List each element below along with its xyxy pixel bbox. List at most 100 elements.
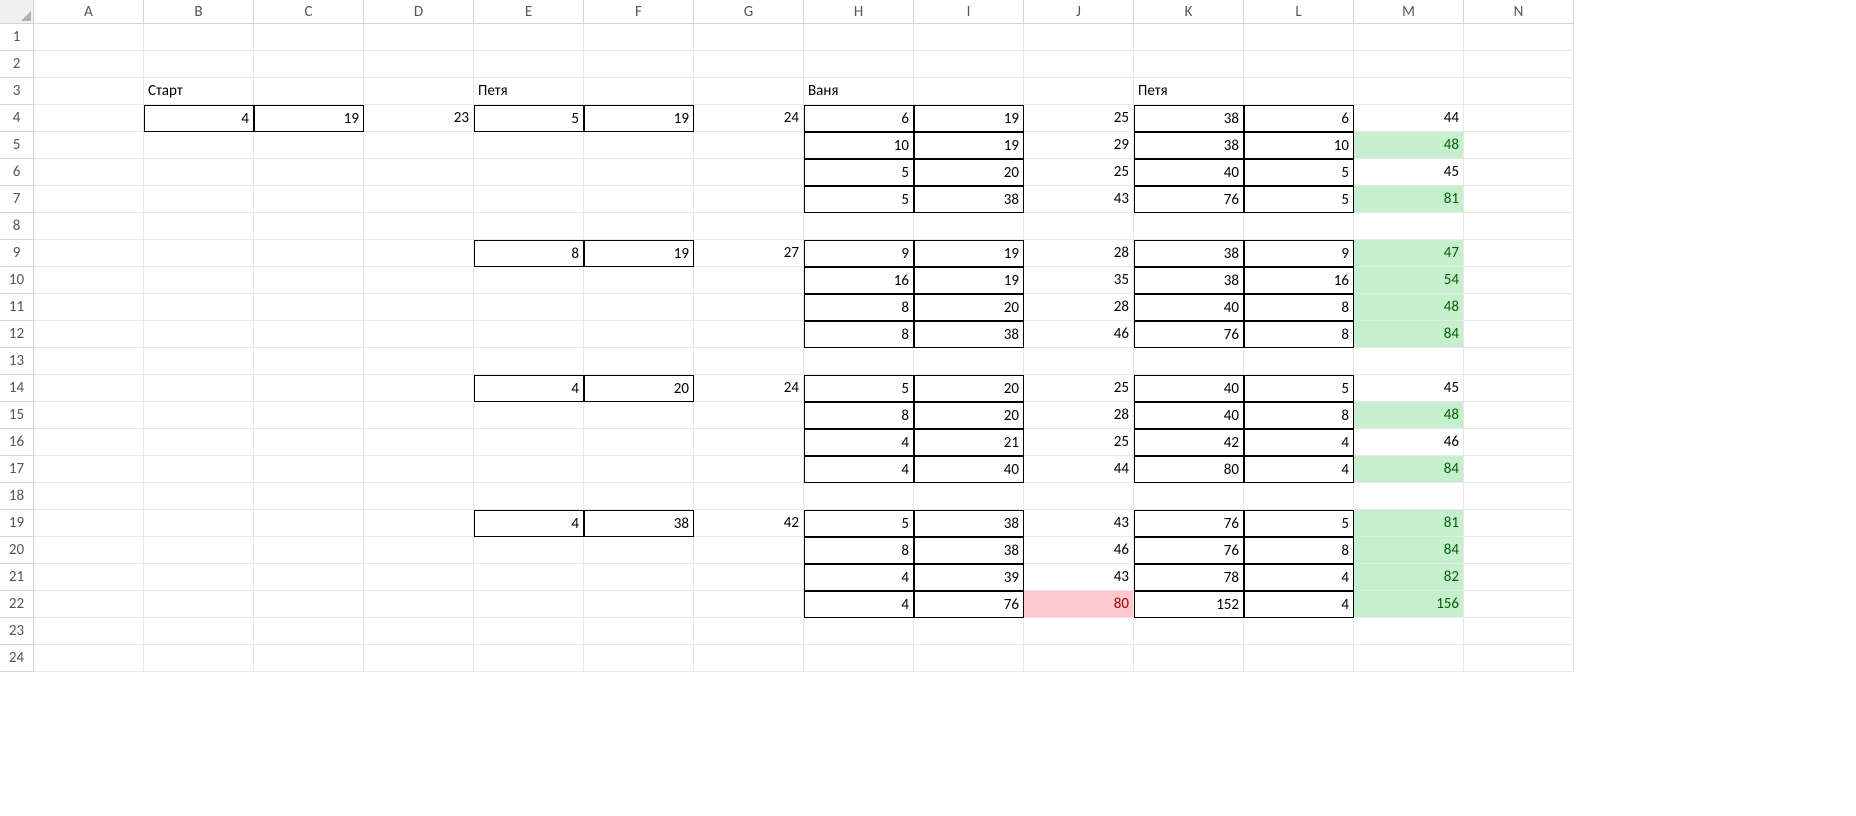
cell-A20[interactable] [34, 537, 144, 564]
cell-F15[interactable] [584, 402, 694, 429]
cell-B6[interactable] [144, 159, 254, 186]
cell-E6[interactable] [474, 159, 584, 186]
cell-N1[interactable] [1464, 24, 1574, 51]
row-header-17[interactable]: 17 [0, 456, 34, 483]
cell-F23[interactable] [584, 618, 694, 645]
cell-D24[interactable] [364, 645, 474, 672]
cell-K24[interactable] [1134, 645, 1244, 672]
cell-E2[interactable] [474, 51, 584, 78]
cell-D17[interactable] [364, 456, 474, 483]
cell-H8[interactable] [804, 213, 914, 240]
cell-B3[interactable]: Старт [144, 78, 254, 105]
row-header-23[interactable]: 23 [0, 618, 34, 645]
cell-K7[interactable]: 76 [1134, 186, 1244, 213]
cell-C12[interactable] [254, 321, 364, 348]
cell-J10[interactable]: 35 [1024, 267, 1134, 294]
row-header-22[interactable]: 22 [0, 591, 34, 618]
cell-H22[interactable]: 4 [804, 591, 914, 618]
cell-F4[interactable]: 19 [584, 105, 694, 132]
cell-J23[interactable] [1024, 618, 1134, 645]
cell-A18[interactable] [34, 483, 144, 510]
cell-D15[interactable] [364, 402, 474, 429]
cell-J8[interactable] [1024, 213, 1134, 240]
column-header-C[interactable]: C [254, 0, 364, 24]
cell-E5[interactable] [474, 132, 584, 159]
cell-K20[interactable]: 76 [1134, 537, 1244, 564]
cell-M12[interactable]: 84 [1354, 321, 1464, 348]
cell-N15[interactable] [1464, 402, 1574, 429]
cell-A23[interactable] [34, 618, 144, 645]
cell-C16[interactable] [254, 429, 364, 456]
cell-G11[interactable] [694, 294, 804, 321]
row-header-8[interactable]: 8 [0, 213, 34, 240]
cell-C11[interactable] [254, 294, 364, 321]
cell-I3[interactable] [914, 78, 1024, 105]
cell-G14[interactable]: 24 [694, 375, 804, 402]
cell-C24[interactable] [254, 645, 364, 672]
cell-L4[interactable]: 6 [1244, 105, 1354, 132]
cell-A2[interactable] [34, 51, 144, 78]
cell-I9[interactable]: 19 [914, 240, 1024, 267]
cell-L3[interactable] [1244, 78, 1354, 105]
cell-L13[interactable] [1244, 348, 1354, 375]
cell-B20[interactable] [144, 537, 254, 564]
cell-K19[interactable]: 76 [1134, 510, 1244, 537]
cell-H2[interactable] [804, 51, 914, 78]
cell-G12[interactable] [694, 321, 804, 348]
column-header-H[interactable]: H [804, 0, 914, 24]
cell-E7[interactable] [474, 186, 584, 213]
cell-I10[interactable]: 19 [914, 267, 1024, 294]
cell-F13[interactable] [584, 348, 694, 375]
cell-M23[interactable] [1354, 618, 1464, 645]
cell-B4[interactable]: 4 [144, 105, 254, 132]
cell-G10[interactable] [694, 267, 804, 294]
cell-M15[interactable]: 48 [1354, 402, 1464, 429]
cell-M19[interactable]: 81 [1354, 510, 1464, 537]
cell-H18[interactable] [804, 483, 914, 510]
cell-L20[interactable]: 8 [1244, 537, 1354, 564]
cell-E9[interactable]: 8 [474, 240, 584, 267]
cell-C3[interactable] [254, 78, 364, 105]
cell-B13[interactable] [144, 348, 254, 375]
cell-N6[interactable] [1464, 159, 1574, 186]
cell-G19[interactable]: 42 [694, 510, 804, 537]
cell-K11[interactable]: 40 [1134, 294, 1244, 321]
cell-A24[interactable] [34, 645, 144, 672]
cell-H23[interactable] [804, 618, 914, 645]
cell-B9[interactable] [144, 240, 254, 267]
cell-J21[interactable]: 43 [1024, 564, 1134, 591]
cell-E22[interactable] [474, 591, 584, 618]
cell-G4[interactable]: 24 [694, 105, 804, 132]
cell-H19[interactable]: 5 [804, 510, 914, 537]
cell-L14[interactable]: 5 [1244, 375, 1354, 402]
cell-D22[interactable] [364, 591, 474, 618]
cell-B17[interactable] [144, 456, 254, 483]
cell-K6[interactable]: 40 [1134, 159, 1244, 186]
cell-G1[interactable] [694, 24, 804, 51]
cell-I19[interactable]: 38 [914, 510, 1024, 537]
cell-B11[interactable] [144, 294, 254, 321]
column-header-L[interactable]: L [1244, 0, 1354, 24]
cell-N5[interactable] [1464, 132, 1574, 159]
cell-F17[interactable] [584, 456, 694, 483]
cell-C7[interactable] [254, 186, 364, 213]
row-header-19[interactable]: 19 [0, 510, 34, 537]
cell-H24[interactable] [804, 645, 914, 672]
cell-H16[interactable]: 4 [804, 429, 914, 456]
cell-H1[interactable] [804, 24, 914, 51]
cell-C9[interactable] [254, 240, 364, 267]
column-header-B[interactable]: B [144, 0, 254, 24]
cell-K16[interactable]: 42 [1134, 429, 1244, 456]
cell-M16[interactable]: 46 [1354, 429, 1464, 456]
cell-F9[interactable]: 19 [584, 240, 694, 267]
cell-I7[interactable]: 38 [914, 186, 1024, 213]
cell-G5[interactable] [694, 132, 804, 159]
cell-M1[interactable] [1354, 24, 1464, 51]
cell-L6[interactable]: 5 [1244, 159, 1354, 186]
cell-K21[interactable]: 78 [1134, 564, 1244, 591]
cell-H13[interactable] [804, 348, 914, 375]
cell-K23[interactable] [1134, 618, 1244, 645]
row-header-20[interactable]: 20 [0, 537, 34, 564]
row-header-2[interactable]: 2 [0, 51, 34, 78]
cell-J2[interactable] [1024, 51, 1134, 78]
